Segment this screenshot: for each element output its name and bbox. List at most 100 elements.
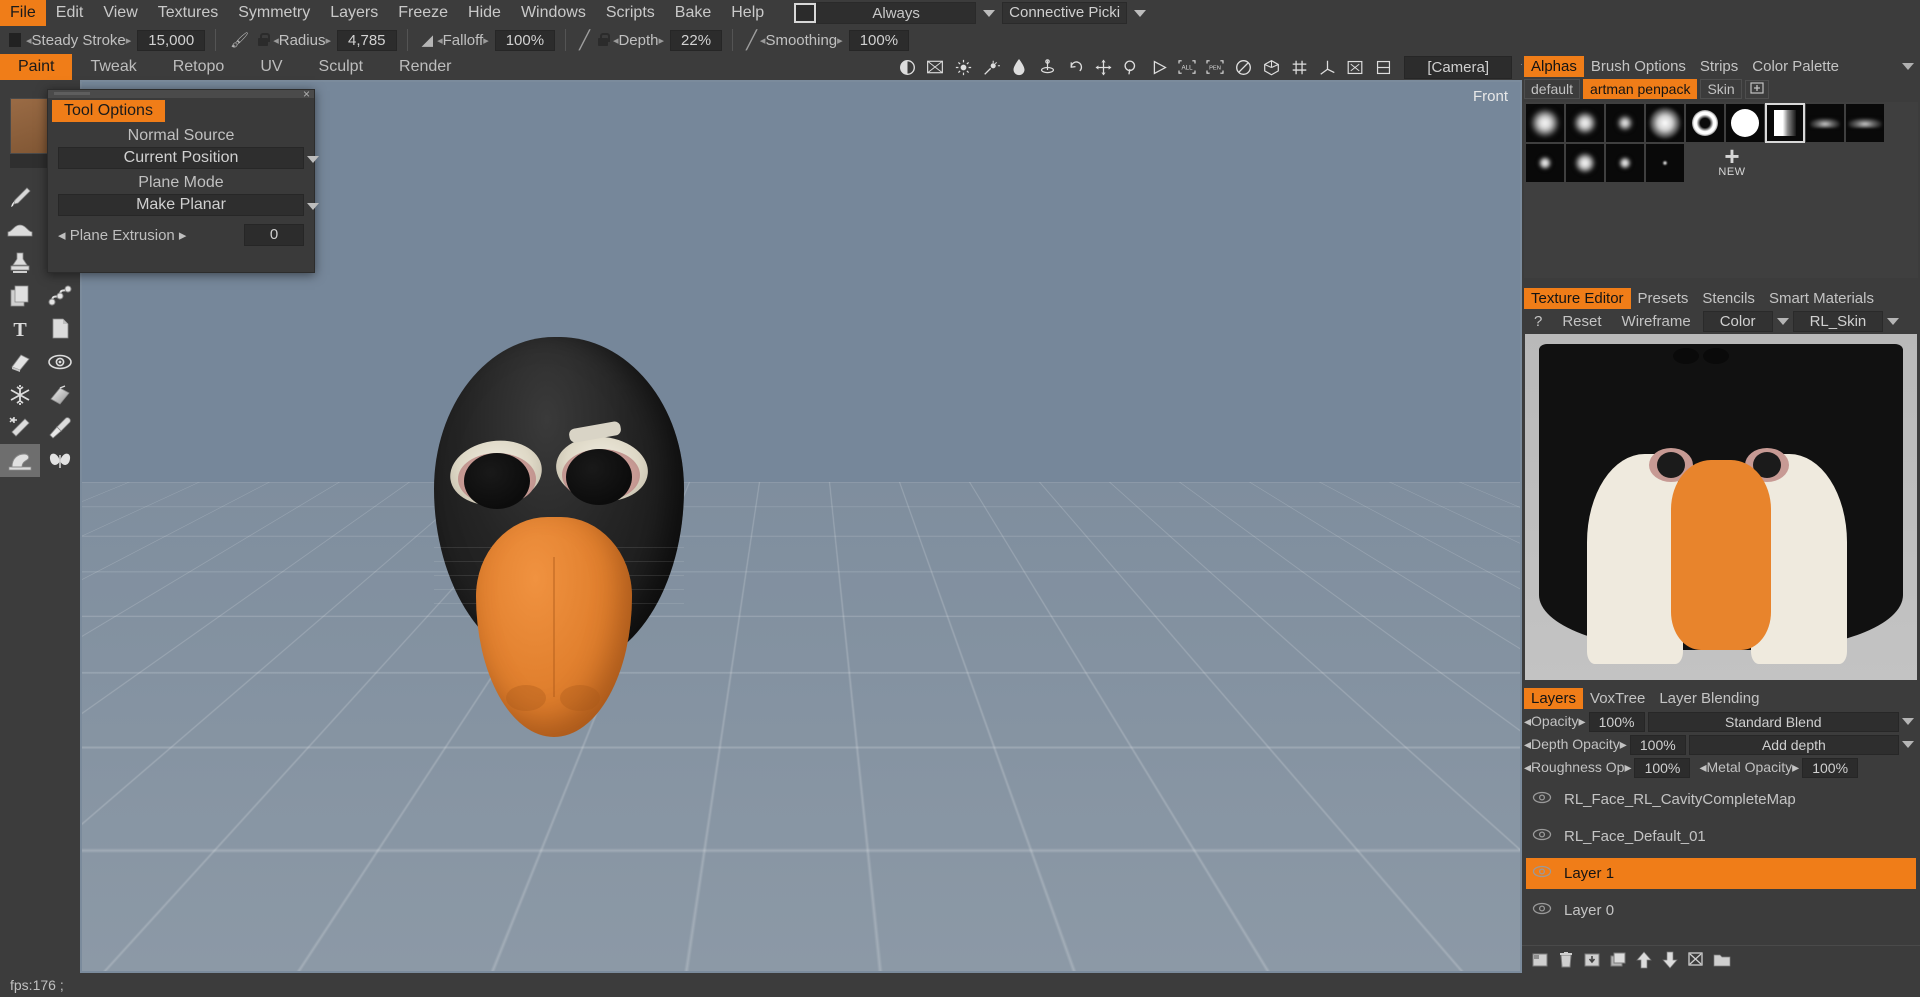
alphas-tab-brush-options[interactable]: Brush Options (1584, 56, 1693, 77)
smudge-tool-icon[interactable] (0, 444, 40, 477)
depth-value[interactable]: 22% (670, 29, 723, 51)
duplicate-layer-icon[interactable] (1608, 950, 1628, 970)
no-icon[interactable] (1230, 55, 1256, 79)
chevron-down-icon-material[interactable] (1887, 317, 1900, 325)
channel-dropdown[interactable]: Color (1702, 310, 1773, 332)
smoothing-value[interactable]: 100% (848, 29, 910, 51)
folder-icon[interactable] (1712, 950, 1732, 970)
wireframe-button[interactable]: Wireframe (1614, 313, 1699, 330)
depth-opacity-value[interactable]: 100% (1629, 734, 1686, 755)
freeze-tool-icon[interactable] (0, 378, 40, 411)
texture-tab-texture-editor[interactable]: Texture Editor (1524, 287, 1631, 309)
menu-item-freeze[interactable]: Freeze (388, 0, 458, 26)
alpha-set-default[interactable]: default (1524, 79, 1581, 99)
delete-layer-icon[interactable] (1556, 950, 1576, 970)
layers-tab-voxtree[interactable]: VoxTree (1583, 688, 1652, 709)
mode-tab-tweak[interactable]: Tweak (72, 54, 154, 80)
steady-stroke-value[interactable]: 15,000 (137, 29, 206, 51)
gradient-tool-icon[interactable] (40, 378, 80, 411)
alphas-tab-overflow-chevron-icon[interactable] (1902, 62, 1914, 70)
steady-stroke-icon[interactable] (9, 33, 21, 47)
layers-tab-layers[interactable]: Layers (1524, 687, 1584, 709)
depth-mode-dropdown[interactable]: Add depth (1688, 734, 1899, 755)
blend-mode-dropdown[interactable]: Standard Blend (1647, 711, 1899, 732)
layer-row[interactable]: RL_Face_RL_CavityCompleteMap (1526, 784, 1916, 815)
mode-tab-uv[interactable]: UV (242, 54, 300, 80)
drag-grip[interactable] (54, 92, 90, 95)
grid-icon[interactable] (1286, 55, 1312, 79)
alphas-tab-color-palette[interactable]: Color Palette (1745, 56, 1846, 77)
always-dropdown[interactable]: Always (816, 2, 977, 24)
drop-icon[interactable] (1006, 55, 1032, 79)
move-down-icon[interactable] (1660, 950, 1680, 970)
opacity-value[interactable]: 100% (1588, 711, 1645, 732)
soft-round-alpha[interactable] (1526, 104, 1564, 142)
eye-icon[interactable] (1526, 828, 1558, 845)
butterfly-tool-icon[interactable] (40, 444, 80, 477)
brush-tool-icon[interactable] (0, 180, 40, 213)
hard-round-alpha[interactable] (1726, 104, 1764, 142)
mode-tab-paint[interactable]: Paint (0, 54, 73, 80)
tool-options-titlebar[interactable]: × (48, 88, 314, 100)
new-layer-icon[interactable] (1530, 950, 1550, 970)
texture-editor-canvas[interactable] (1525, 334, 1917, 680)
alphas-tab-alphas[interactable]: Alphas (1524, 55, 1584, 77)
move-icon[interactable] (1090, 55, 1116, 79)
soft-round-tiny-alpha[interactable] (1606, 104, 1644, 142)
streak-wide-alpha[interactable] (1846, 104, 1884, 142)
menu-item-scripts[interactable]: Scripts (596, 0, 665, 26)
layer-row[interactable]: Layer 0 (1526, 895, 1916, 926)
alpha-set-artman-penpack[interactable]: artman penpack (1583, 79, 1698, 99)
radius-value[interactable]: 4,785 (336, 29, 397, 51)
menu-item-hide[interactable]: Hide (458, 0, 511, 26)
fullscreen-icon[interactable] (1342, 55, 1368, 79)
split-view-icon[interactable] (1370, 55, 1396, 79)
add-folder-icon[interactable] (1744, 79, 1769, 99)
menu-item-view[interactable]: View (93, 0, 147, 26)
material-dropdown[interactable]: RL_Skin (1792, 310, 1884, 332)
chevron-down-icon-depth[interactable] (1902, 741, 1914, 748)
cube-icon[interactable] (1258, 55, 1284, 79)
light-icon[interactable] (950, 55, 976, 79)
merge-down-icon[interactable] (1582, 950, 1602, 970)
contrast-icon[interactable] (894, 55, 920, 79)
soft-round-small-alpha[interactable] (1566, 104, 1604, 142)
eye-icon[interactable] (1526, 865, 1558, 882)
menu-item-windows[interactable]: Windows (511, 0, 596, 26)
new-alpha-button[interactable]: + NEW (1710, 143, 1754, 178)
half-square-alpha[interactable] (1765, 103, 1805, 143)
lock-icon[interactable] (257, 33, 271, 47)
streak-alpha[interactable] (1806, 104, 1844, 142)
undo-rotate-icon[interactable] (1062, 55, 1088, 79)
chevron-down-icon-channel[interactable] (1776, 317, 1789, 325)
plane-extrusion-value[interactable]: 0 (244, 224, 304, 246)
menu-item-textures[interactable]: Textures (148, 0, 228, 26)
eye-tool-icon[interactable] (40, 345, 80, 378)
dot-alpha-4[interactable] (1646, 144, 1684, 182)
camera-dropdown[interactable]: [Camera] (1404, 55, 1512, 79)
tool-options-tab[interactable]: Tool Options (52, 100, 165, 122)
plane-mode-dropdown[interactable]: Make Planar (58, 194, 319, 216)
tool-options-panel[interactable]: × Tool Options Normal Source Current Pos… (47, 88, 319, 273)
menu-item-bake[interactable]: Bake (665, 0, 721, 26)
zoom-icon[interactable] (1118, 55, 1144, 79)
help-button[interactable]: ? (1526, 313, 1550, 330)
menu-item-edit[interactable]: Edit (46, 0, 94, 26)
ring-alpha[interactable] (1686, 104, 1724, 142)
texture-tab-smart-materials[interactable]: Smart Materials (1762, 288, 1881, 309)
close-icon[interactable]: × (303, 88, 310, 100)
copy-tool-icon[interactable] (0, 279, 40, 312)
menu-item-help[interactable]: Help (721, 0, 774, 26)
penguin-head-model[interactable] (434, 337, 694, 737)
axis-icon[interactable] (1314, 55, 1340, 79)
falloff-value[interactable]: 100% (494, 29, 556, 51)
menu-item-layers[interactable]: Layers (320, 0, 388, 26)
dot-alpha-2[interactable] (1566, 144, 1604, 182)
clear-layer-icon[interactable] (1686, 950, 1706, 970)
move-up-icon[interactable] (1634, 950, 1654, 970)
lock-icon-2[interactable] (597, 33, 610, 47)
spline-tool-icon[interactable] (40, 279, 80, 312)
eye-icon[interactable] (1526, 902, 1558, 919)
picker-tool-icon[interactable] (40, 411, 80, 444)
metal-value[interactable]: 100% (1802, 757, 1859, 778)
